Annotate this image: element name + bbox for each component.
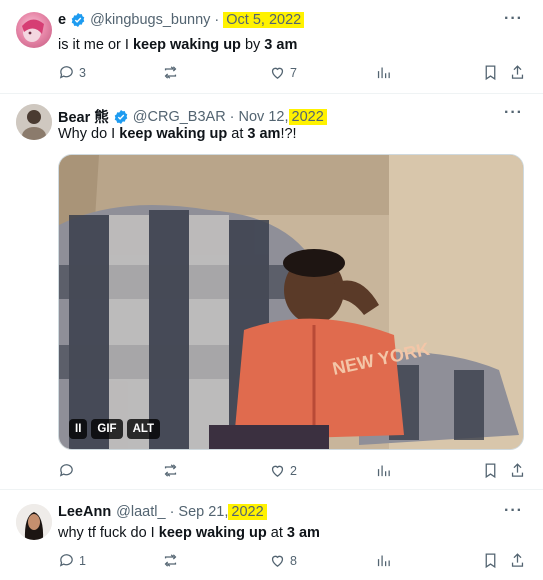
retweet-icon [164,464,177,477]
like-count: 2 [290,463,297,478]
tweet-date-year[interactable]: 2022 [288,108,327,125]
share-button[interactable] [509,462,526,479]
avatar-art [22,19,44,42]
heart-icon [271,67,284,79]
display-name[interactable]: LeeAnn [58,504,111,520]
tweet-text: why tf fuck do I keep waking up at 3 am [58,525,523,541]
separator: · [169,504,175,520]
retweet-icon [164,554,177,567]
share-icon [511,65,524,79]
heart-icon [271,555,284,567]
text-segment: Why do I [58,126,120,142]
action-bar: 1 8 [58,552,529,572]
text-segment: by [240,37,265,53]
share-button[interactable] [509,552,526,569]
avatar-art [16,504,52,540]
gif-image: NEW YORK [59,155,523,449]
tweet-text: is it me or I keep waking up by 3 am [58,37,523,53]
views-button[interactable] [375,64,392,81]
action-bar: 2 [58,462,529,482]
tweet-header: e @kingbugs_bunny · Oct 5, 2022 [58,12,503,28]
like-count: 8 [290,553,297,568]
retweet-button[interactable] [162,64,183,81]
tweet-header: Bear 熊 @CRG_B3AR · Nov 12, 2022 [58,106,503,127]
bookmark-button[interactable] [482,64,499,81]
share-icon [511,553,524,567]
share-button[interactable] [509,64,526,81]
reply-icon [59,464,73,477]
share-icon [511,463,524,477]
display-name[interactable]: e [58,12,66,28]
bookmark-button[interactable] [482,462,499,479]
views-button[interactable] [375,462,392,479]
tweet[interactable]: LeeAnn @laatl_ · Sep 21, 2022 ··· why tf… [0,490,543,580]
like-count: 7 [290,65,297,80]
tweet-date[interactable]: Oct 5, 2022 [223,12,305,28]
tweet-date[interactable]: Nov 12, [239,109,289,125]
tweet-header: LeeAnn @laatl_ · Sep 21, 2022 [58,504,503,520]
like-button[interactable]: 2 [269,462,297,479]
more-icon[interactable]: ··· [504,502,523,520]
verified-badge-icon [114,109,128,124]
tweet[interactable]: Bear 熊 @CRG_B3AR · Nov 12, 2022 ··· Why … [0,94,543,490]
avatar-art [16,104,52,140]
separator: · [229,108,235,125]
handle[interactable]: @kingbugs_bunny [90,12,210,28]
tweet-text: Why do I keep waking up at 3 am!?! [58,126,523,142]
text-bold: 3 am [247,126,281,142]
text-segment: is it me or I [58,37,133,53]
reply-button[interactable] [58,462,79,479]
avatar[interactable] [16,12,52,48]
bookmark-button[interactable] [482,552,499,569]
more-icon[interactable]: ··· [504,104,523,122]
heart-icon [271,465,284,477]
views-button[interactable] [375,552,392,569]
separator: · [214,12,220,28]
more-icon[interactable]: ··· [504,10,523,28]
text-segment: why tf fuck do I [58,525,159,541]
text-bold: 3 am [286,525,320,541]
reply-button[interactable]: 1 [58,552,86,569]
handle[interactable]: @CRG_B3AR [133,109,226,125]
like-button[interactable]: 8 [269,552,297,569]
handle[interactable]: @laatl_ [116,504,165,520]
bookmark-icon [485,463,496,479]
pause-button[interactable]: II [69,419,88,439]
views-icon [377,465,390,477]
bookmark-icon [485,65,496,81]
tweet-date-year[interactable]: 2022 [228,504,267,520]
retweet-icon [164,66,177,79]
reply-button[interactable]: 3 [58,64,86,81]
media-badges: II GIF ALT [69,419,161,439]
bookmark-icon [485,553,496,569]
gif-media[interactable]: NEW YORK II GIF ALT [58,154,524,450]
views-icon [377,67,390,79]
display-name[interactable]: Bear 熊 [58,106,109,127]
text-bold: keep waking up [158,525,267,541]
text-bold: keep waking up [132,37,241,53]
text-segment: at [227,126,248,142]
views-icon [377,555,390,567]
text-bold: keep waking up [119,126,228,142]
retweet-button[interactable] [162,552,183,569]
reply-count: 3 [79,65,86,80]
reply-icon [59,66,73,79]
text-segment: at [266,525,287,541]
reply-count: 1 [79,553,86,568]
verified-badge-icon [71,13,85,27]
avatar[interactable] [16,104,52,140]
reply-icon [59,554,73,567]
tweet[interactable]: e @kingbugs_bunny · Oct 5, 2022 ··· is i… [0,0,543,94]
like-button[interactable]: 7 [269,64,297,81]
text-segment: !?! [280,126,297,142]
tweet-date[interactable]: Sep 21, [178,504,228,520]
avatar[interactable] [16,504,52,540]
text-bold: 3 am [264,37,298,53]
gif-badge: GIF [91,419,123,439]
retweet-button[interactable] [162,462,183,479]
action-bar: 3 7 [58,64,529,84]
alt-badge[interactable]: ALT [126,419,161,439]
